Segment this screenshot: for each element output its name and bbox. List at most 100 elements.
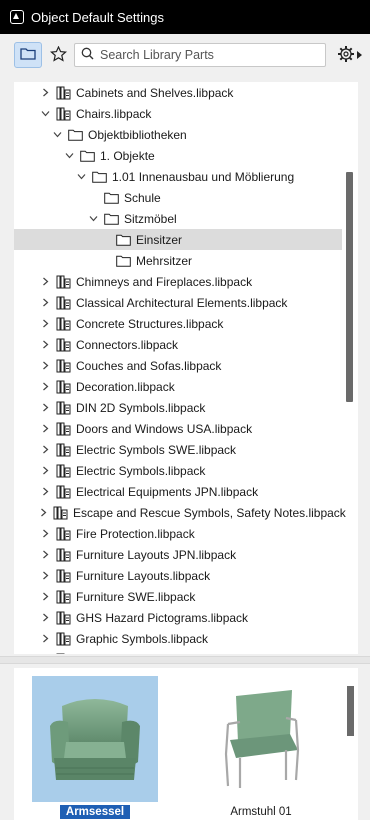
title-bar: Object Default Settings — [0, 0, 370, 34]
tree-item[interactable]: Fire Protection.libpack — [14, 523, 342, 544]
dropdown-arrow-icon — [356, 48, 362, 62]
chevron-down-icon[interactable] — [40, 109, 50, 119]
chevron-right-icon[interactable] — [40, 424, 50, 434]
tree-item-label: DIN 2D Symbols.libpack — [76, 400, 206, 415]
tree-item[interactable]: 1. Objekte — [14, 145, 342, 166]
chevron-right-icon[interactable] — [40, 340, 50, 350]
tree-item-label: Sitzmöbel — [124, 211, 177, 226]
tree-item[interactable]: Couches and Sofas.libpack — [14, 355, 342, 376]
libpack-icon — [56, 653, 71, 654]
tree-item[interactable]: Heating and Air Conditioning.libpack — [14, 649, 342, 654]
folder-view-button[interactable] — [14, 42, 42, 68]
tree-item-label: 1. Objekte — [100, 148, 155, 163]
search-input[interactable] — [100, 48, 320, 62]
chevron-right-icon[interactable] — [40, 529, 50, 539]
tree-item[interactable]: Sitzmöbel — [14, 208, 342, 229]
libpack-icon — [56, 275, 71, 289]
tree-item-label: GHS Hazard Pictograms.libpack — [76, 610, 249, 625]
tree-item-label: Heating and Air Conditioning.libpack — [76, 653, 269, 655]
tree-item[interactable]: Furniture Layouts.libpack — [14, 565, 342, 586]
tree-item[interactable]: Classical Architectural Elements.libpack — [14, 292, 342, 313]
tree-item[interactable]: Electric Symbols.libpack — [14, 460, 342, 481]
tree-item[interactable]: Electrical Equipments JPN.libpack — [14, 481, 342, 502]
tree-item[interactable]: Graphic Symbols.libpack — [14, 628, 342, 649]
tree-item-label: Decoration.libpack — [76, 379, 175, 394]
tree-item[interactable]: GHS Hazard Pictograms.libpack — [14, 607, 342, 628]
libpack-icon — [56, 590, 71, 604]
libpack-icon — [56, 359, 71, 373]
tree-item[interactable]: Mehrsitzer — [14, 250, 342, 271]
chevron-right-icon[interactable] — [40, 508, 47, 518]
tree-item[interactable]: Chairs.libpack — [14, 103, 342, 124]
search-box[interactable] — [74, 43, 326, 67]
folder-icon — [92, 171, 107, 183]
tree-item-label: Furniture Layouts.libpack — [76, 568, 211, 583]
panel-splitter[interactable] — [0, 656, 370, 664]
tree-item-label: Electrical Equipments JPN.libpack — [76, 484, 259, 499]
tree-item[interactable]: Chimneys and Fireplaces.libpack — [14, 271, 342, 292]
chevron-right-icon[interactable] — [40, 487, 50, 497]
window-title: Object Default Settings — [31, 9, 164, 25]
libpack-icon — [56, 611, 71, 625]
chevron-right-icon[interactable] — [40, 298, 50, 308]
chevron-right-icon[interactable] — [40, 319, 50, 329]
favorites-button[interactable] — [44, 42, 72, 68]
tree-item[interactable]: Connectors.libpack — [14, 334, 342, 355]
libpack-icon — [56, 296, 71, 310]
chevron-right-icon[interactable] — [40, 466, 50, 476]
chevron-down-icon[interactable] — [88, 214, 98, 224]
libpack-icon — [56, 86, 71, 100]
tree-item-label: Cabinets and Shelves.libpack — [76, 85, 234, 100]
preview-item-label: Armsessel — [59, 805, 131, 819]
chair-thumbnail[interactable] — [198, 676, 324, 802]
tree-item[interactable]: Schule — [14, 187, 342, 208]
tree-item-label: Objektbibliotheken — [88, 127, 187, 142]
libpack-icon — [56, 443, 71, 457]
libpack-icon — [56, 338, 71, 352]
preview-item-armsessel[interactable]: Armsessel — [32, 676, 158, 819]
folder-icon — [20, 47, 36, 63]
star-icon — [49, 45, 67, 65]
tree-item-label: 1.01 Innenausbau und Möblierung — [112, 169, 295, 184]
tree-item[interactable]: DIN 2D Symbols.libpack — [14, 397, 342, 418]
search-icon — [81, 47, 94, 63]
chevron-right-icon[interactable] — [40, 634, 50, 644]
chevron-right-icon[interactable] — [40, 550, 50, 560]
chevron-right-icon[interactable] — [40, 382, 50, 392]
chevron-down-icon[interactable] — [76, 172, 86, 182]
tree-item[interactable]: Cabinets and Shelves.libpack — [14, 82, 342, 103]
chevron-right-icon[interactable] — [40, 277, 50, 287]
preview-item-armstuhl-01[interactable]: Armstuhl 01 — [198, 676, 324, 819]
folder-icon — [116, 255, 131, 267]
chevron-right-icon[interactable] — [40, 445, 50, 455]
tree-item[interactable]: Doors and Windows USA.libpack — [14, 418, 342, 439]
armchair-thumbnail[interactable] — [32, 676, 158, 802]
libpack-icon — [56, 464, 71, 478]
settings-menu-button[interactable] — [332, 43, 366, 67]
preview-item-label: Armstuhl 01 — [230, 806, 292, 818]
tree-item[interactable]: Einsitzer — [14, 229, 342, 250]
tree-item-label: Electric Symbols.libpack — [76, 463, 206, 478]
preview-scrollbar-thumb[interactable] — [347, 686, 354, 736]
tree-item-label: Furniture Layouts JPN.libpack — [76, 547, 237, 562]
folder-icon — [80, 150, 95, 162]
tree-scrollbar-thumb[interactable] — [346, 172, 353, 402]
chevron-right-icon[interactable] — [40, 88, 50, 98]
tree-item[interactable]: Escape and Rescue Symbols, Safety Notes.… — [14, 502, 346, 523]
chevron-right-icon[interactable] — [40, 571, 50, 581]
tree-item-label: Chimneys and Fireplaces.libpack — [76, 274, 253, 289]
tree-item[interactable]: Concrete Structures.libpack — [14, 313, 342, 334]
chevron-right-icon[interactable] — [40, 613, 50, 623]
chevron-down-icon[interactable] — [52, 130, 62, 140]
chevron-right-icon[interactable] — [40, 592, 50, 602]
tree-item[interactable]: Furniture Layouts JPN.libpack — [14, 544, 342, 565]
tree-item[interactable]: Objektbibliotheken — [14, 124, 342, 145]
chevron-right-icon[interactable] — [40, 403, 50, 413]
tree-item[interactable]: Furniture SWE.libpack — [14, 586, 342, 607]
chevron-down-icon[interactable] — [64, 151, 74, 161]
chevron-right-icon[interactable] — [40, 361, 50, 371]
tree-item[interactable]: Decoration.libpack — [14, 376, 342, 397]
tree-item[interactable]: Electric Symbols SWE.libpack — [14, 439, 342, 460]
tree-scrollbar[interactable] — [346, 82, 354, 654]
tree-item[interactable]: 1.01 Innenausbau und Möblierung — [14, 166, 342, 187]
